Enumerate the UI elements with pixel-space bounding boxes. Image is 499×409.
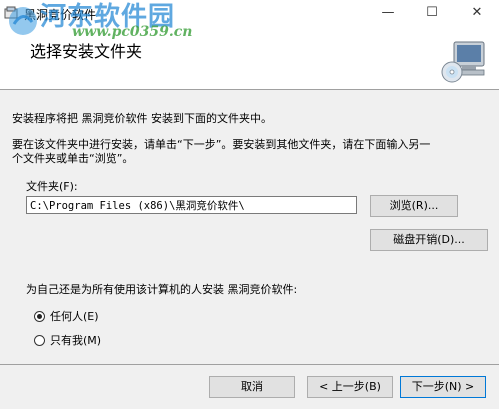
maximize-button[interactable]: ☐: [410, 0, 454, 26]
intro-text: 安装程序将把 黑洞竞价软件 安装到下面的文件夹中。: [12, 112, 272, 125]
computer-disc-icon: [441, 41, 485, 83]
page-title: 选择安装文件夹: [30, 42, 143, 61]
disk-cost-button[interactable]: 磁盘开销(D)...: [370, 229, 488, 251]
minimize-button[interactable]: —: [366, 0, 410, 26]
folder-label: 文件夹(F):: [26, 180, 78, 193]
cancel-button[interactable]: 取消: [209, 376, 295, 398]
radio-everyone-circle[interactable]: [34, 311, 45, 322]
instruction-text-line2: 个文件夹或单击“浏览”。: [12, 152, 134, 165]
folder-path-input[interactable]: C:\Program Files (x86)\黑洞竞价软件\: [26, 196, 357, 214]
radio-just-me-label: 只有我(M): [50, 334, 102, 347]
install-for-question: 为自己还是为所有使用该计算机的人安装 黑洞竞价软件:: [26, 283, 298, 296]
watermark-url: www.pc0359.cn: [72, 24, 193, 40]
watermark-logo-icon: [9, 7, 37, 35]
browse-button[interactable]: 浏览(R)...: [370, 195, 458, 217]
back-button[interactable]: < 上一步(B): [307, 376, 393, 398]
footer-divider: [0, 364, 499, 365]
close-button[interactable]: ✕: [455, 0, 499, 26]
radio-everyone-label: 任何人(E): [50, 310, 99, 323]
radio-just-me-circle[interactable]: [34, 335, 45, 346]
next-button[interactable]: 下一步(N) >: [400, 376, 486, 398]
